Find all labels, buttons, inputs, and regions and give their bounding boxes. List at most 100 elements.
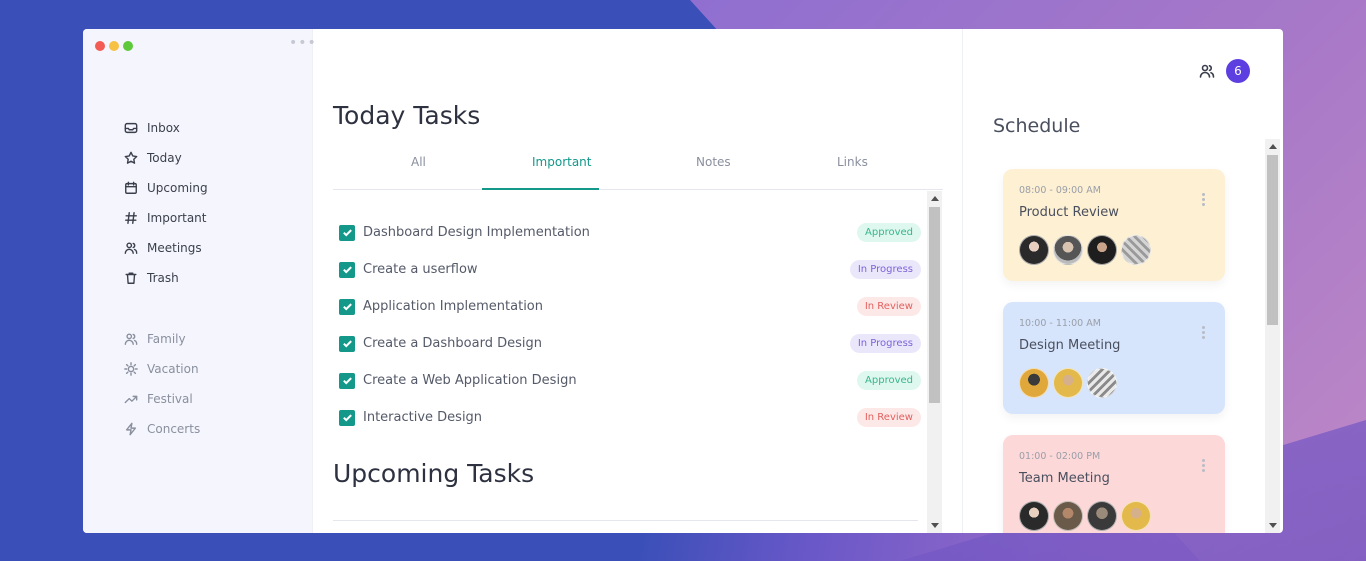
schedule-cards: 08:00 - 09:00 AM Product Review 10:00 - … <box>1003 169 1225 533</box>
status-badge: In Review <box>856 408 921 427</box>
trash-icon <box>123 270 139 286</box>
users-icon <box>123 331 139 347</box>
bolt-icon <box>123 421 139 437</box>
task-item: Application Implementation In Review <box>339 288 921 325</box>
task-checkbox[interactable] <box>339 372 355 389</box>
check-icon <box>342 229 352 237</box>
avatar[interactable] <box>1019 501 1049 531</box>
hash-icon <box>123 210 139 226</box>
sidebar-item-festival[interactable]: Festival <box>123 384 200 414</box>
sidebar-item-label: Family <box>147 332 186 346</box>
task-title[interactable]: Create a Web Application Design <box>363 373 577 388</box>
main-panel: Today Tasks All Important Notes Links Da… <box>313 29 963 533</box>
scrollbar-thumb[interactable] <box>929 207 940 403</box>
scroll-up-icon[interactable] <box>931 196 939 201</box>
tab-important[interactable]: Important <box>532 155 592 169</box>
avatar[interactable] <box>1121 235 1151 265</box>
avatar[interactable] <box>1019 235 1049 265</box>
task-list: Dashboard Design Implementation Approved… <box>339 214 921 436</box>
task-item: Interactive Design In Review <box>339 399 921 436</box>
task-checkbox[interactable] <box>339 335 355 352</box>
task-title[interactable]: Dashboard Design Implementation <box>363 225 590 240</box>
status-badge: In Review <box>856 297 921 316</box>
sidebar-item-inbox[interactable]: Inbox <box>123 113 208 143</box>
task-item: Create a Dashboard Design In Progress <box>339 325 921 362</box>
avatar[interactable] <box>1053 368 1083 398</box>
check-icon <box>342 414 352 422</box>
event-title: Product Review <box>1019 205 1119 220</box>
task-scrollbar[interactable] <box>927 191 942 533</box>
avatar[interactable] <box>1121 501 1151 531</box>
avatar[interactable] <box>1053 501 1083 531</box>
sidebar-item-label: Inbox <box>147 121 180 135</box>
calendar-icon <box>123 180 139 196</box>
sidebar-nav: Inbox Today Upcoming Important Meetings … <box>123 113 208 293</box>
task-checkbox[interactable] <box>339 261 355 278</box>
task-item: Create a userflow In Progress <box>339 251 921 288</box>
upcoming-tasks-title: Upcoming Tasks <box>333 459 535 488</box>
check-icon <box>342 266 352 274</box>
event-title: Design Meeting <box>1019 338 1121 353</box>
status-badge: In Progress <box>849 260 921 279</box>
avatar[interactable] <box>1019 368 1049 398</box>
tab-all[interactable]: All <box>411 155 426 169</box>
scroll-down-icon[interactable] <box>931 523 939 528</box>
tab-notes[interactable]: Notes <box>696 155 731 169</box>
sidebar-item-today[interactable]: Today <box>123 143 208 173</box>
sidebar-item-concerts[interactable]: Concerts <box>123 414 200 444</box>
kebab-menu-icon[interactable] <box>1202 459 1205 474</box>
task-title[interactable]: Application Implementation <box>363 299 543 314</box>
sidebar-item-upcoming[interactable]: Upcoming <box>123 173 208 203</box>
status-badge: Approved <box>857 223 921 242</box>
trend-icon <box>123 391 139 407</box>
task-title[interactable]: Interactive Design <box>363 410 482 425</box>
attendee-avatars <box>1019 235 1151 265</box>
check-icon <box>342 340 352 348</box>
app-window: ••• Inbox Today Upcoming Important Meeti… <box>83 29 1283 533</box>
scroll-up-icon[interactable] <box>1269 144 1277 149</box>
event-time: 01:00 - 02:00 PM <box>1019 451 1101 462</box>
scroll-down-icon[interactable] <box>1269 523 1277 528</box>
avatar[interactable] <box>1087 235 1117 265</box>
attendee-avatars <box>1019 368 1117 398</box>
schedule-title: Schedule <box>993 115 1081 137</box>
task-title[interactable]: Create a userflow <box>363 262 478 277</box>
sidebar-item-important[interactable]: Important <box>123 203 208 233</box>
sidebar-item-vacation[interactable]: Vacation <box>123 354 200 384</box>
sidebar-item-label: Vacation <box>147 362 199 376</box>
scrollbar-thumb[interactable] <box>1267 155 1278 325</box>
minimize-window-button[interactable] <box>109 41 119 51</box>
kebab-menu-icon[interactable] <box>1202 326 1205 341</box>
avatar[interactable] <box>1087 501 1117 531</box>
event-card[interactable]: 01:00 - 02:00 PM Team Meeting <box>1003 435 1225 533</box>
window-controls <box>95 41 133 51</box>
sidebar-item-label: Today <box>147 151 182 165</box>
tab-links[interactable]: Links <box>837 155 868 169</box>
task-item: Create a Web Application Design Approved <box>339 362 921 399</box>
people-icon[interactable] <box>1199 63 1215 79</box>
avatar[interactable] <box>1087 368 1117 398</box>
avatar[interactable] <box>1053 235 1083 265</box>
schedule-panel: 6 Schedule 08:00 - 09:00 AM Product Revi… <box>963 29 1283 533</box>
maximize-window-button[interactable] <box>123 41 133 51</box>
close-window-button[interactable] <box>95 41 105 51</box>
notification-badge[interactable]: 6 <box>1226 59 1250 83</box>
task-item: Dashboard Design Implementation Approved <box>339 214 921 251</box>
schedule-scrollbar[interactable] <box>1265 139 1280 533</box>
event-time: 08:00 - 09:00 AM <box>1019 185 1101 196</box>
sidebar-item-label: Important <box>147 211 207 225</box>
task-title[interactable]: Create a Dashboard Design <box>363 336 542 351</box>
sidebar-item-trash[interactable]: Trash <box>123 263 208 293</box>
event-card[interactable]: 10:00 - 11:00 AM Design Meeting <box>1003 302 1225 414</box>
sidebar-item-label: Concerts <box>147 422 201 436</box>
sidebar-item-meetings[interactable]: Meetings <box>123 233 208 263</box>
event-card[interactable]: 08:00 - 09:00 AM Product Review <box>1003 169 1225 281</box>
kebab-menu-icon[interactable] <box>1202 193 1205 208</box>
active-tab-indicator <box>482 188 599 190</box>
event-title: Team Meeting <box>1019 471 1110 486</box>
task-checkbox[interactable] <box>339 298 355 315</box>
sidebar-item-label: Trash <box>147 271 179 285</box>
task-checkbox[interactable] <box>339 409 355 426</box>
task-checkbox[interactable] <box>339 224 355 241</box>
sidebar-item-family[interactable]: Family <box>123 324 200 354</box>
